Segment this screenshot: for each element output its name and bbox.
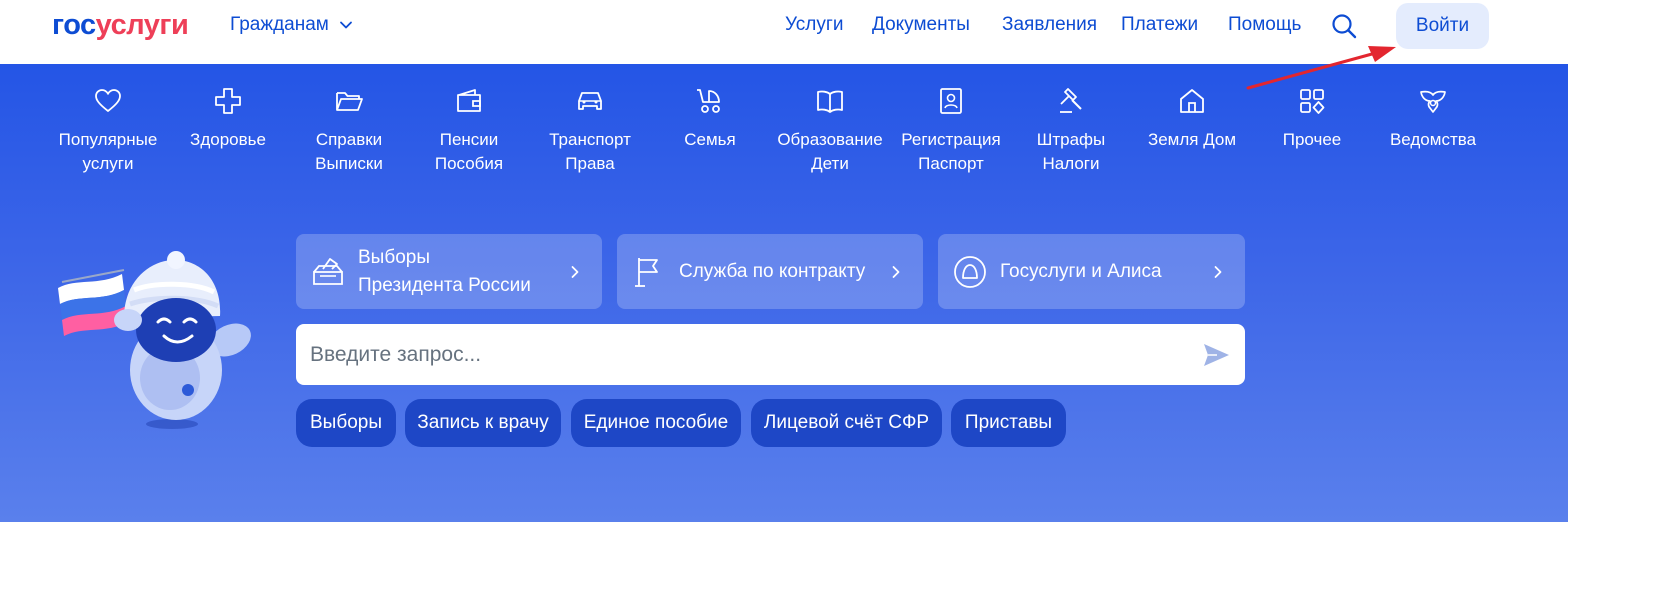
search-icon[interactable] xyxy=(1330,12,1358,40)
site-header: госуслуги Гражданам Услуги Документы Зая… xyxy=(0,0,1660,64)
category-bar: Популярные услуги Здоровье Справки Выписки… xyxy=(48,86,1494,186)
category-label: Семья xyxy=(684,130,736,149)
nav-link-documents[interactable]: Документы xyxy=(872,14,970,36)
chevron-down-icon xyxy=(339,21,352,29)
nav-link-help[interactable]: Помощь xyxy=(1228,14,1301,36)
wallet-icon xyxy=(457,89,481,112)
promo-card-elections[interactable]: Выборы Президента России xyxy=(296,234,602,309)
category-label: Пенсии Пособия xyxy=(434,130,504,173)
mascot-robot-illustration xyxy=(58,251,251,429)
passport-icon xyxy=(940,88,962,114)
health-cross-icon xyxy=(215,88,241,114)
hero-section: Популярные услуги Здоровье Справки Выписки… xyxy=(0,64,1568,522)
promo-card-alice[interactable]: Госуслуги и Алиса xyxy=(938,234,1245,309)
category-label: Штрафы Налоги xyxy=(1036,130,1106,173)
chevron-right-icon xyxy=(1214,265,1222,278)
book-icon xyxy=(817,90,843,113)
category-label: Образование Дети xyxy=(777,130,883,173)
logo-part-uslugi: услуги xyxy=(95,9,189,41)
gosuslugi-logo[interactable]: госуслуги xyxy=(52,9,189,42)
gavel-icon xyxy=(1060,88,1082,113)
quick-link-bailiffs[interactable]: Приставы xyxy=(951,399,1066,447)
nav-link-services[interactable]: Услуги xyxy=(785,14,843,36)
category-label: Справки Выписки xyxy=(315,130,383,173)
flag-icon xyxy=(635,257,658,287)
send-icon[interactable] xyxy=(1201,340,1231,370)
quick-link-sfr-account[interactable]: Лицевой счёт СФР xyxy=(751,399,942,447)
quick-link-elections[interactable]: Выборы xyxy=(296,399,396,447)
ballot-box-icon xyxy=(313,257,343,285)
nav-link-applications[interactable]: Заявления xyxy=(1002,14,1097,36)
category-family[interactable]: Семья xyxy=(650,86,770,152)
heart-icon xyxy=(95,89,121,112)
category-label: Регистрация Паспорт xyxy=(901,130,1001,173)
category-label: Прочее xyxy=(1282,130,1342,149)
search-input[interactable] xyxy=(310,334,1201,375)
stroller-icon xyxy=(697,89,720,113)
category-fines[interactable]: Штрафы Налоги xyxy=(1011,86,1131,176)
eagle-icon xyxy=(1420,90,1446,113)
category-label: Транспорт Права xyxy=(549,130,631,173)
promo-label: Госуслуги и Алиса xyxy=(1000,260,1162,282)
category-popular[interactable]: Популярные услуги xyxy=(48,86,168,176)
search-bar xyxy=(296,324,1245,385)
grid-icon xyxy=(1300,89,1325,114)
category-label: Земля Дом xyxy=(1147,130,1237,149)
category-label: Популярные услуги xyxy=(58,130,158,173)
category-certificates[interactable]: Справки Выписки xyxy=(289,86,409,176)
logo-part-gos: гос xyxy=(52,9,96,41)
chevron-right-icon xyxy=(892,265,900,278)
category-label: Ведомства xyxy=(1389,130,1477,149)
alice-icon xyxy=(954,255,986,288)
chevron-right-icon xyxy=(571,265,579,278)
category-education[interactable]: Образование Дети xyxy=(770,86,890,176)
promo-label: Служба по контракту xyxy=(679,260,866,282)
car-icon xyxy=(578,92,602,110)
audience-label: Гражданам xyxy=(230,14,329,35)
category-health[interactable]: Здоровье xyxy=(168,86,288,152)
category-land-house[interactable]: Земля Дом xyxy=(1132,86,1252,152)
category-other[interactable]: Прочее xyxy=(1252,86,1372,152)
category-transport[interactable]: Транспорт Права xyxy=(530,86,650,176)
category-departments[interactable]: Ведомства xyxy=(1373,86,1493,152)
promo-label: Выборы Президента России xyxy=(358,246,531,296)
category-label: Здоровье xyxy=(190,130,266,149)
quick-link-unified-benefit[interactable]: Единое пособие xyxy=(571,399,741,447)
login-button[interactable]: Войти xyxy=(1396,3,1489,49)
category-pensions[interactable]: Пенсии Пособия xyxy=(409,86,529,176)
quick-link-doctor-appointment[interactable]: Запись к врачу xyxy=(405,399,561,447)
folder-icon xyxy=(336,92,363,111)
promo-card-contract-service[interactable]: Служба по контракту xyxy=(617,234,923,309)
house-icon xyxy=(1180,89,1204,113)
audience-dropdown[interactable]: Гражданам xyxy=(230,14,353,36)
category-registration[interactable]: Регистрация Паспорт xyxy=(891,86,1011,176)
nav-link-payments[interactable]: Платежи xyxy=(1121,14,1198,36)
